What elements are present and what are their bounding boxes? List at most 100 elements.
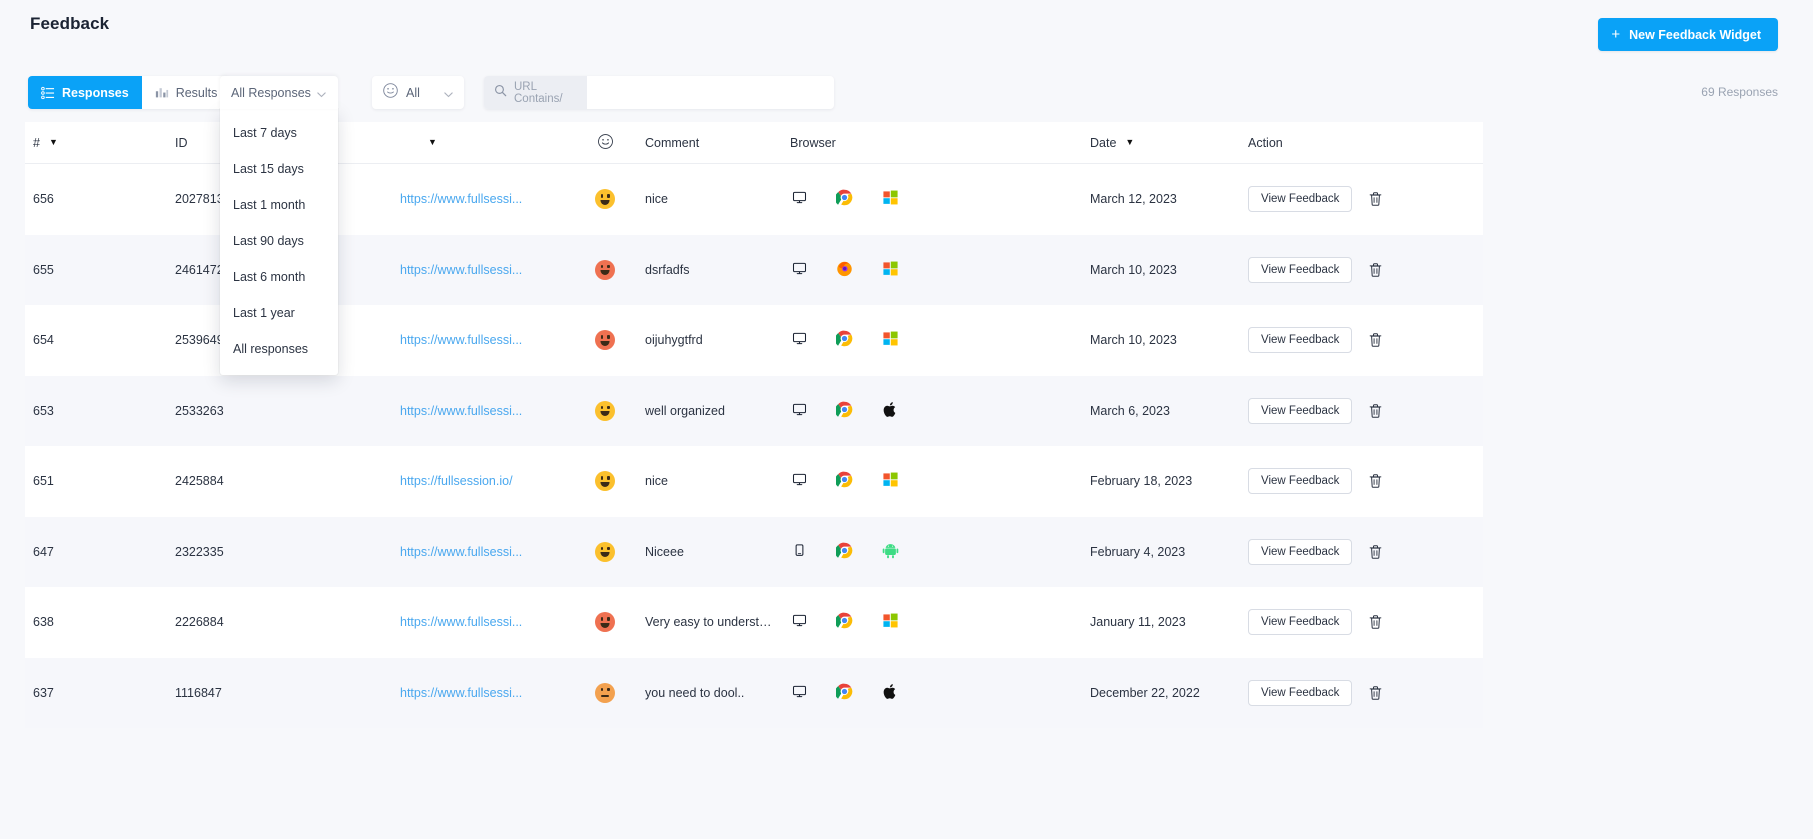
cell-id: 1116847 (175, 685, 222, 700)
neutral-face-icon (382, 82, 399, 104)
cell-emoji (565, 189, 645, 210)
table-row[interactable]: 637 1116847 https://www.fullsessi... you ne… (25, 657, 1483, 728)
view-feedback-button[interactable]: View Feedback (1248, 327, 1353, 354)
search-placeholder-label: URL Contains/ (514, 80, 563, 105)
sort-caret-icon[interactable]: ▼ (1125, 138, 1134, 147)
chrome-icon (834, 471, 853, 491)
dropdown-item-last-15-days[interactable]: Last 15 days (220, 151, 338, 187)
dropdown-item-all-responses[interactable]: All responses (220, 331, 338, 367)
url-link[interactable]: https://www.fullsessi... (400, 545, 522, 559)
cell-comment: Niceee (645, 544, 684, 559)
cell-emoji (565, 400, 645, 421)
table-row[interactable]: 651 2425884 https://fullsession.io/nice Feb… (25, 446, 1483, 517)
column-header-browser: Browser (790, 136, 1090, 150)
responses-range-trigger-label: All Responses (231, 85, 311, 100)
cell-browser (790, 612, 1090, 632)
emoji-sad-icon (595, 330, 615, 351)
url-link[interactable]: https://www.fullsessi... (400, 333, 522, 347)
url-link[interactable]: https://fullsession.io/ (400, 474, 513, 488)
cell-id: 2425884 (175, 474, 224, 489)
dropdown-item-last-90-days[interactable]: Last 90 days (220, 223, 338, 259)
trash-icon[interactable] (1368, 191, 1383, 207)
cell-url: https://www.fullsessi... (310, 263, 565, 277)
cell-comment: nice (645, 474, 668, 489)
trash-icon[interactable] (1368, 473, 1383, 489)
cell-action: View Feedback (1230, 397, 1430, 424)
column-header-date[interactable]: Date ▼ (1090, 136, 1230, 150)
sort-caret-icon[interactable]: ▼ (428, 138, 437, 147)
cell-emoji (565, 330, 645, 351)
trash-icon[interactable] (1368, 332, 1383, 348)
column-header-number[interactable]: # ▼ (25, 136, 175, 150)
view-feedback-button[interactable]: View Feedback (1248, 538, 1353, 565)
cell-number: 656 (33, 192, 54, 207)
url-link[interactable]: https://www.fullsessi... (400, 404, 522, 418)
chrome-icon (834, 401, 853, 421)
trash-icon[interactable] (1368, 544, 1383, 560)
view-feedback-button[interactable]: View Feedback (1248, 186, 1353, 213)
cell-number: 654 (33, 333, 54, 348)
trash-icon[interactable] (1368, 614, 1383, 630)
cell-action: View Feedback (1230, 468, 1430, 495)
search-input[interactable] (587, 76, 834, 109)
dropdown-item-last-7-days[interactable]: Last 7 days (220, 115, 338, 151)
cell-id: 2533263 (175, 403, 224, 418)
cell-url: https://www.fullsessi... (310, 686, 565, 700)
table-row[interactable]: 653 2533263 https://www.fullsessi... well o… (25, 375, 1483, 446)
view-feedback-button[interactable]: View Feedback (1248, 256, 1353, 283)
plus-icon: + (1611, 26, 1621, 43)
cell-url: https://fullsession.io/ (310, 474, 565, 488)
url-link[interactable]: https://www.fullsessi... (400, 686, 522, 700)
cell-url: https://www.fullsessi... (310, 615, 565, 629)
tab-responses[interactable]: Responses (28, 76, 142, 109)
cell-browser (790, 330, 1090, 350)
cell-number: 651 (33, 474, 54, 489)
table-row[interactable]: 647 2322335 https://www.fullsessi... Niceee… (25, 516, 1483, 587)
cell-date: December 22, 2022 (1090, 685, 1200, 700)
sort-caret-icon[interactable]: ▼ (49, 138, 58, 147)
desktop-icon (792, 261, 807, 279)
cell-date: February 4, 2023 (1090, 544, 1186, 559)
cell-url: https://www.fullsessi... (310, 404, 565, 418)
response-count-label: 69 Responses (1701, 85, 1778, 99)
responses-range-select-trigger[interactable]: All Responses (220, 76, 338, 109)
chrome-icon (834, 683, 853, 703)
trash-icon[interactable] (1368, 262, 1383, 278)
dropdown-item-last-1-year[interactable]: Last 1 year (220, 295, 338, 331)
view-feedback-button[interactable]: View Feedback (1248, 468, 1353, 495)
url-link[interactable]: https://www.fullsessi... (400, 192, 522, 206)
view-feedback-button[interactable]: View Feedback (1248, 397, 1353, 424)
desktop-icon (792, 190, 807, 208)
trash-icon[interactable] (1368, 403, 1383, 419)
column-header-url[interactable]: ▼ (310, 138, 565, 147)
cell-url: https://www.fullsessi... (310, 545, 565, 559)
tab-results[interactable]: Results (141, 76, 231, 109)
dropdown-item-last-1-month[interactable]: Last 1 month (220, 187, 338, 223)
view-feedback-button[interactable]: View Feedback (1248, 679, 1353, 706)
mood-filter-select[interactable]: All (372, 76, 464, 109)
cell-browser (790, 542, 1090, 562)
table-row[interactable]: 638 2226884 https://www.fullsessi... Very e… (25, 587, 1483, 658)
url-link[interactable]: https://www.fullsessi... (400, 615, 522, 629)
url-search-box: URL Contains/ (484, 76, 834, 109)
windows-icon (882, 189, 899, 209)
trash-icon[interactable] (1368, 685, 1383, 701)
chevron-down-icon (443, 87, 454, 98)
desktop-icon (792, 331, 807, 349)
search-icon (494, 84, 507, 102)
view-feedback-button[interactable]: View Feedback (1248, 609, 1353, 636)
column-header-comment: Comment (645, 136, 790, 150)
chrome-icon (834, 612, 853, 632)
cell-comment: you need to dool.. (645, 685, 745, 700)
chrome-icon (834, 330, 853, 350)
cell-browser (790, 683, 1090, 703)
android-icon (882, 542, 899, 562)
cell-browser (790, 260, 1090, 280)
cell-action: View Feedback (1230, 186, 1430, 213)
url-link[interactable]: https://www.fullsessi... (400, 263, 522, 277)
cell-date: January 11, 2023 (1090, 615, 1186, 630)
dropdown-item-last-6-month[interactable]: Last 6 month (220, 259, 338, 295)
cell-comment: dsrfadfs (645, 262, 690, 277)
cell-number: 637 (33, 685, 54, 700)
new-feedback-widget-button[interactable]: + New Feedback Widget (1598, 18, 1778, 51)
